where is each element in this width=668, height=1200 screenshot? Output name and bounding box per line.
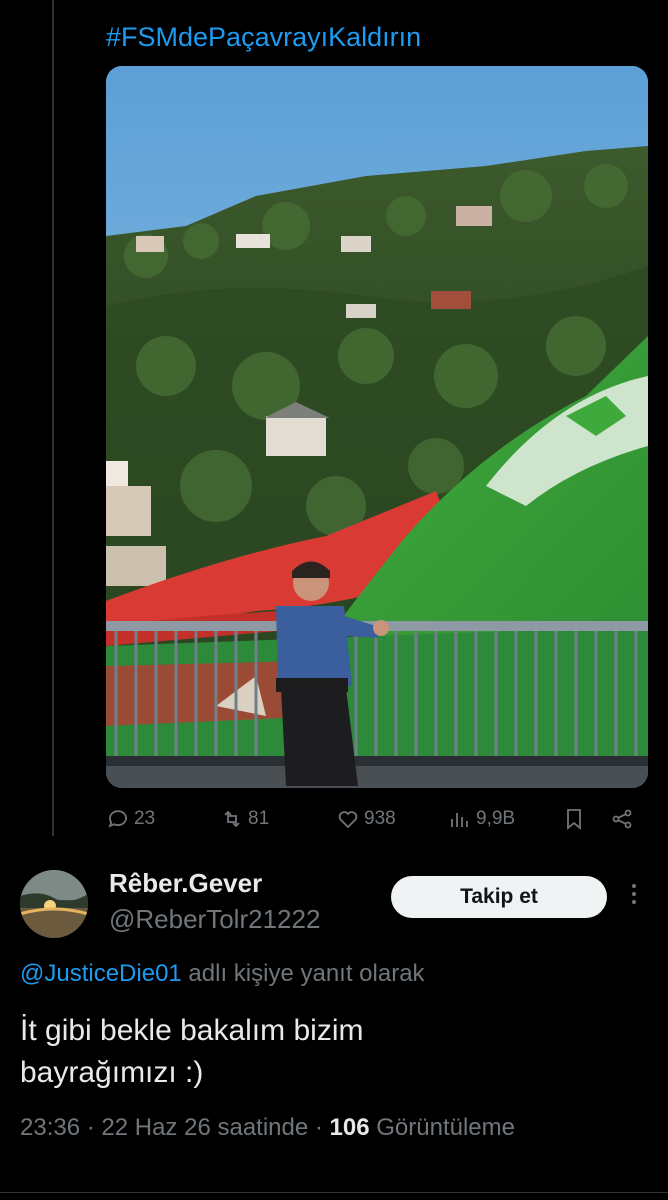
reply-count: 23 xyxy=(134,808,156,829)
views-chart-icon xyxy=(451,813,468,827)
follow-button[interactable]: Takip et xyxy=(391,876,607,918)
avatar[interactable] xyxy=(20,870,88,938)
share-icon xyxy=(612,809,632,829)
like-action[interactable]: 938 xyxy=(336,802,396,836)
bookmark-action[interactable] xyxy=(562,802,586,836)
views-action[interactable]: 9,9B xyxy=(448,802,515,836)
retweet-icon xyxy=(224,810,240,828)
tweet-views-label: Görüntüleme xyxy=(376,1114,515,1141)
reply-icon xyxy=(108,810,127,828)
tweet-actions-bar: 23 81 938 9,9B xyxy=(106,802,648,836)
tweet-date[interactable]: 22 Haz 26 saatinde xyxy=(101,1114,308,1141)
tweet-meta: 23:36 · 22 Haz 26 saatinde · 106 Görüntü… xyxy=(20,1114,515,1141)
tweet-views-count: 106 xyxy=(329,1114,370,1141)
photo-image xyxy=(106,66,648,788)
bookmark-icon xyxy=(567,809,581,830)
retweet-action[interactable]: 81 xyxy=(220,802,269,836)
share-action[interactable] xyxy=(610,802,634,836)
reply-action[interactable]: 23 xyxy=(106,802,155,836)
tweet-text-line-1: İt gibi bekle bakalım bizim xyxy=(20,1014,364,1047)
display-name[interactable]: Rêber.Gever xyxy=(109,868,262,899)
retweet-count: 81 xyxy=(248,808,270,829)
hashtag-link[interactable]: #FSMdePaçavrayıKaldırın xyxy=(106,22,421,52)
like-count: 938 xyxy=(364,808,396,829)
replying-to-line: @JusticeDie01 adlı kişiye yanıt olarak xyxy=(20,960,425,988)
tweet-text: İt gibi bekle bakalım bizim bayrağımızı … xyxy=(20,1010,640,1094)
tweet-time[interactable]: 23:36 xyxy=(20,1114,80,1141)
more-options-icon[interactable] xyxy=(624,880,644,914)
reply-to-suffix: adlı kişiye yanıt olarak xyxy=(181,960,425,987)
heart-icon xyxy=(338,811,358,829)
reply-to-mention[interactable]: @JusticeDie01 xyxy=(20,960,182,987)
thread-connector-line xyxy=(52,0,54,836)
user-handle[interactable]: @ReberTolr21222 xyxy=(109,904,320,935)
views-count: 9,9B xyxy=(476,808,516,829)
tweet-text-line-2: bayrağımızı :) xyxy=(20,1056,204,1089)
divider xyxy=(0,1192,668,1193)
tweet-media-image[interactable] xyxy=(106,66,648,788)
